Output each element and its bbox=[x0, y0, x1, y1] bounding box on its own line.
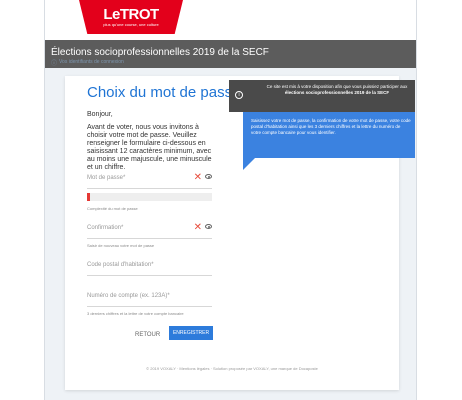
back-button[interactable]: RETOUR bbox=[135, 332, 160, 338]
eye-icon[interactable] bbox=[205, 224, 212, 229]
password-label: Mot de passe* bbox=[87, 175, 126, 181]
form-title: Choix du mot de passe bbox=[87, 84, 241, 101]
save-button[interactable]: ENREGISTRER bbox=[169, 326, 213, 340]
help-callout-text: Saisissez votre mot de passe, la confirm… bbox=[251, 118, 411, 135]
clear-icon[interactable]: ✕ bbox=[194, 172, 202, 183]
header-sub: Vos identifiants de connexion bbox=[59, 59, 124, 65]
header-band: Élections socioprofessionnelles 2019 de … bbox=[45, 40, 416, 68]
info-banner-text-pre: Ce site est mis à votre disposition afin… bbox=[266, 84, 408, 89]
confirmation-hint: Saisir de nouveau votre mot de passe bbox=[87, 243, 155, 248]
info-banner-text-bold: élections socioprofessionnelles 2019 de … bbox=[284, 90, 390, 95]
info-banner-text: Ce site est mis à votre disposition afin… bbox=[265, 84, 409, 96]
strength-fill bbox=[87, 193, 90, 201]
info-icon: ⓘ bbox=[51, 61, 58, 67]
logo-mark: LeTROT bbox=[103, 5, 159, 23]
page-frame: LeTROT plus qu'une course, une culture É… bbox=[44, 0, 417, 400]
eye-icon[interactable] bbox=[205, 174, 212, 179]
account-number-field[interactable]: Numéro de compte (ex. 123A)* bbox=[87, 289, 212, 307]
account-hint: 3 derniers chiffres et la lettre de votr… bbox=[87, 311, 184, 316]
page-title: Élections socioprofessionnelles 2019 de … bbox=[51, 47, 269, 58]
strength-bar bbox=[87, 193, 212, 201]
footer: © 2019 VOXALY · Mentions légales · Solut… bbox=[146, 366, 318, 371]
topbar: LeTROT plus qu'une course, une culture bbox=[45, 0, 416, 40]
password-field[interactable]: Mot de passe* ✕ bbox=[87, 171, 212, 189]
help-callout: Saisissez votre mot de passe, la confirm… bbox=[243, 112, 415, 170]
confirmation-field[interactable]: Confirmation* ✕ bbox=[87, 221, 212, 239]
letrot-logo[interactable]: LeTROT plus qu'une course, une culture bbox=[79, 0, 183, 34]
postal-label: Code postal d'habitation* bbox=[87, 262, 154, 268]
intro-text: Avant de voter, nous vous invitons à cho… bbox=[87, 124, 212, 171]
clear-icon[interactable]: ✕ bbox=[194, 222, 202, 233]
info-icon: i bbox=[235, 91, 243, 99]
confirmation-label: Confirmation* bbox=[87, 225, 124, 231]
greeting: Bonjour, bbox=[87, 111, 113, 118]
strength-hint: Complexité du mot de passe bbox=[87, 206, 138, 211]
postal-code-field[interactable]: Code postal d'habitation* bbox=[87, 258, 212, 276]
logo-tagline: plus qu'une course, une culture bbox=[103, 21, 159, 27]
info-banner: i Ce site est mis à votre disposition af… bbox=[229, 80, 415, 112]
account-label: Numéro de compte (ex. 123A)* bbox=[87, 293, 170, 299]
